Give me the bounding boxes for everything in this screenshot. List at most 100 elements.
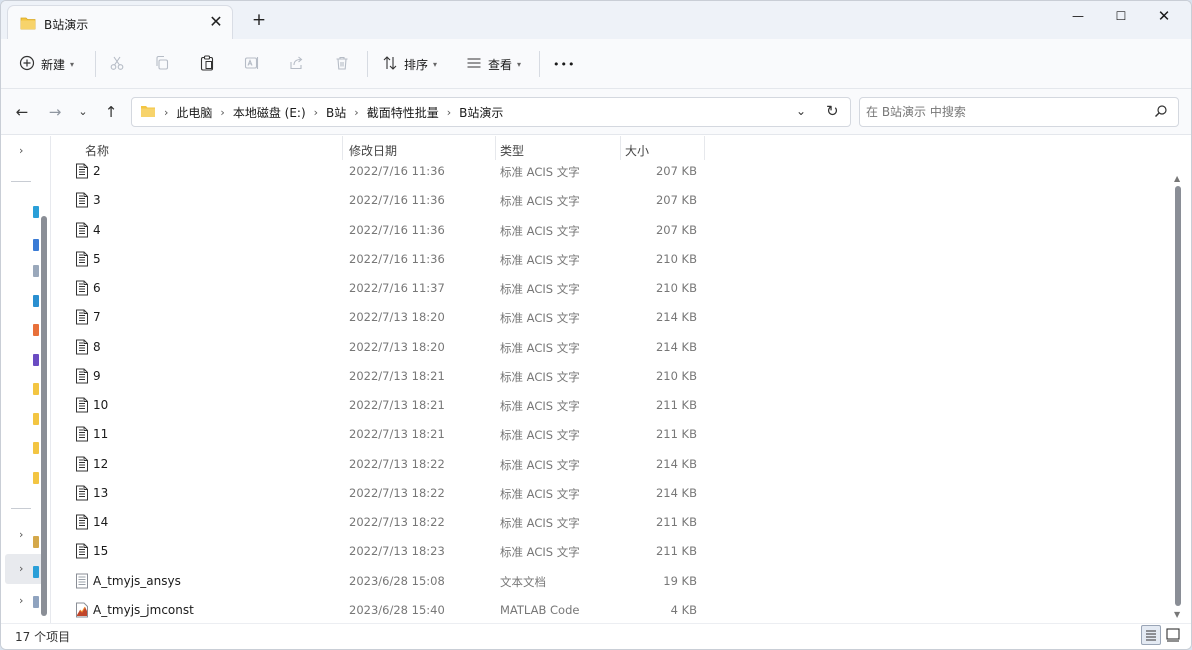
large-icons-view-icon[interactable] (1164, 626, 1182, 644)
file-row[interactable]: 8 2022/7/13 18:20 标准 ACIS 文字 214 KB (53, 332, 1169, 361)
nav-item-icon[interactable] (33, 239, 39, 251)
file-name: 8 (93, 339, 101, 354)
more-button[interactable]: ••• (553, 51, 575, 77)
breadcrumb-b-station[interactable]: B站 (326, 104, 346, 121)
file-size: 211 KB (655, 544, 697, 559)
file-row[interactable]: 14 2022/7/13 18:22 标准 ACIS 文字 211 KB (53, 507, 1169, 536)
breadcrumb-local-disk[interactable]: 本地磁盘 (E:) (233, 104, 306, 121)
tab-close-icon[interactable]: ✕ (206, 12, 226, 32)
acis-file-icon (75, 309, 89, 328)
delete-icon (334, 55, 350, 74)
maximize-button[interactable]: ☐ (1098, 3, 1144, 29)
breadcrumb-chevron-icon[interactable]: › (220, 106, 224, 119)
file-row[interactable]: 10 2022/7/13 18:21 标准 ACIS 文字 211 KB (53, 390, 1169, 419)
nav-expand-chevron-icon[interactable]: › (19, 594, 23, 607)
share-button[interactable] (289, 51, 305, 77)
refresh-icon[interactable]: ↻ (826, 102, 839, 120)
back-arrow-icon[interactable]: ← (12, 102, 32, 122)
recent-chevron-icon[interactable]: ⌄ (73, 102, 93, 122)
file-date: 2023/6/28 15:40 (349, 602, 445, 617)
nav-scrollbar[interactable] (41, 216, 47, 616)
file-list-scrollbar[interactable]: ▲ ▼ (1171, 136, 1185, 623)
nav-item-icon[interactable] (33, 383, 39, 395)
scroll-down-icon[interactable]: ▼ (1174, 610, 1180, 619)
nav-item-icon[interactable] (33, 265, 39, 277)
rename-button[interactable] (244, 51, 260, 77)
new-button[interactable]: 新建 ▾ (19, 51, 74, 77)
cut-button[interactable] (109, 51, 125, 77)
nav-expand-chevron-icon[interactable]: › (19, 562, 23, 575)
title-bar: B站演示 ✕ + — ☐ ✕ (1, 1, 1191, 39)
nav-expand-chevron-icon[interactable]: › (19, 528, 23, 541)
acis-file-icon (75, 280, 89, 299)
delete-button[interactable] (334, 51, 350, 77)
paste-button[interactable] (199, 51, 215, 77)
file-date: 2022/7/13 18:23 (349, 544, 445, 559)
file-row[interactable]: 15 2022/7/13 18:23 标准 ACIS 文字 211 KB (53, 536, 1169, 565)
nav-item-icon[interactable] (33, 472, 39, 484)
file-row[interactable]: 2 2022/7/16 11:36 标准 ACIS 文字 207 KB (53, 156, 1169, 185)
nav-item-icon[interactable] (33, 295, 39, 307)
breadcrumb-this-pc[interactable]: 此电脑 (176, 104, 212, 121)
view-button[interactable]: 查看 ▾ (466, 51, 521, 77)
details-view-icon[interactable] (1141, 625, 1161, 645)
nav-item-icon[interactable] (33, 536, 39, 548)
breadcrumb-section-batch[interactable]: 截面特性批量 (367, 104, 439, 121)
nav-item-icon[interactable] (33, 206, 39, 218)
acis-file-icon (75, 163, 89, 182)
acis-file-icon (75, 485, 89, 504)
tab-b-station-demo[interactable]: B站演示 ✕ (7, 5, 233, 39)
file-date: 2022/7/16 11:37 (349, 281, 445, 295)
breadcrumb-chevron-icon[interactable]: › (314, 106, 318, 119)
scrollbar-thumb[interactable] (1175, 186, 1181, 606)
forward-arrow-icon[interactable]: → (45, 102, 65, 122)
sort-button[interactable]: 排序 ▾ (382, 51, 437, 77)
file-row[interactable]: 13 2022/7/13 18:22 标准 ACIS 文字 214 KB (53, 478, 1169, 507)
file-row[interactable]: 3 2022/7/16 11:36 标准 ACIS 文字 207 KB (53, 185, 1169, 214)
search-icon[interactable] (1154, 104, 1168, 121)
nav-expand-chevron-icon[interactable]: › (19, 144, 23, 157)
nav-item-icon[interactable] (33, 566, 39, 578)
nav-item-icon[interactable] (33, 354, 39, 366)
breadcrumb-chevron-icon[interactable]: › (447, 106, 451, 119)
file-name: 9 (93, 368, 101, 383)
file-date: 2022/7/13 18:20 (349, 310, 445, 325)
address-dropdown-icon[interactable]: ⌄ (796, 104, 806, 118)
file-row[interactable]: 4 2022/7/16 11:36 标准 ACIS 文字 207 KB (53, 215, 1169, 244)
file-date: 2022/7/16 11:36 (349, 164, 445, 178)
acis-file-icon (75, 368, 89, 387)
breadcrumb-chevron-icon[interactable]: › (354, 106, 358, 119)
acis-file-icon (75, 251, 89, 270)
scroll-up-icon[interactable]: ▲ (1174, 174, 1180, 183)
copy-icon (154, 55, 170, 74)
matlab-file-icon (75, 602, 89, 621)
file-row[interactable]: 11 2022/7/13 18:21 标准 ACIS 文字 211 KB (53, 419, 1169, 448)
close-window-button[interactable]: ✕ (1141, 3, 1187, 29)
minimize-button[interactable]: — (1055, 3, 1101, 29)
file-type: MATLAB Code (500, 602, 580, 617)
search-input[interactable] (866, 103, 1146, 121)
breadcrumb-b-station-demo[interactable]: B站演示 (459, 104, 503, 121)
view-icon (466, 55, 482, 74)
nav-item-icon[interactable] (33, 442, 39, 454)
file-row[interactable]: 7 2022/7/13 18:20 标准 ACIS 文字 214 KB (53, 302, 1169, 331)
file-date: 2022/7/13 18:21 (349, 427, 445, 442)
file-date: 2023/6/28 15:08 (349, 573, 445, 588)
file-size: 211 KB (655, 398, 697, 412)
up-arrow-icon[interactable]: ↑ (101, 102, 121, 122)
nav-item-icon[interactable] (33, 324, 39, 336)
file-row[interactable]: A_tmyjs_jmconst 2023/6/28 15:40 MATLAB Cod… (53, 595, 1169, 623)
file-row[interactable]: 12 2022/7/13 18:22 标准 ACIS 文字 214 KB (53, 449, 1169, 478)
address-bar[interactable]: › 此电脑 › 本地磁盘 (E:) › B站 › 截面特性批量 › B站演示 ⌄… (131, 97, 851, 127)
file-row[interactable]: A_tmyjs_ansys 2023/6/28 15:08 文本文档 19 KB (53, 566, 1169, 595)
copy-button[interactable] (154, 51, 170, 77)
nav-item-icon[interactable] (33, 596, 39, 608)
file-row[interactable]: 9 2022/7/13 18:21 标准 ACIS 文字 210 KB (53, 361, 1169, 390)
file-row[interactable]: 6 2022/7/16 11:37 标准 ACIS 文字 210 KB (53, 273, 1169, 302)
search-box[interactable] (859, 97, 1179, 127)
nav-item-icon[interactable] (33, 413, 39, 425)
tab-title: B站演示 (44, 18, 89, 32)
new-tab-button[interactable]: + (249, 10, 269, 30)
breadcrumb-chevron-icon[interactable]: › (164, 106, 168, 119)
file-row[interactable]: 5 2022/7/16 11:36 标准 ACIS 文字 210 KB (53, 244, 1169, 273)
